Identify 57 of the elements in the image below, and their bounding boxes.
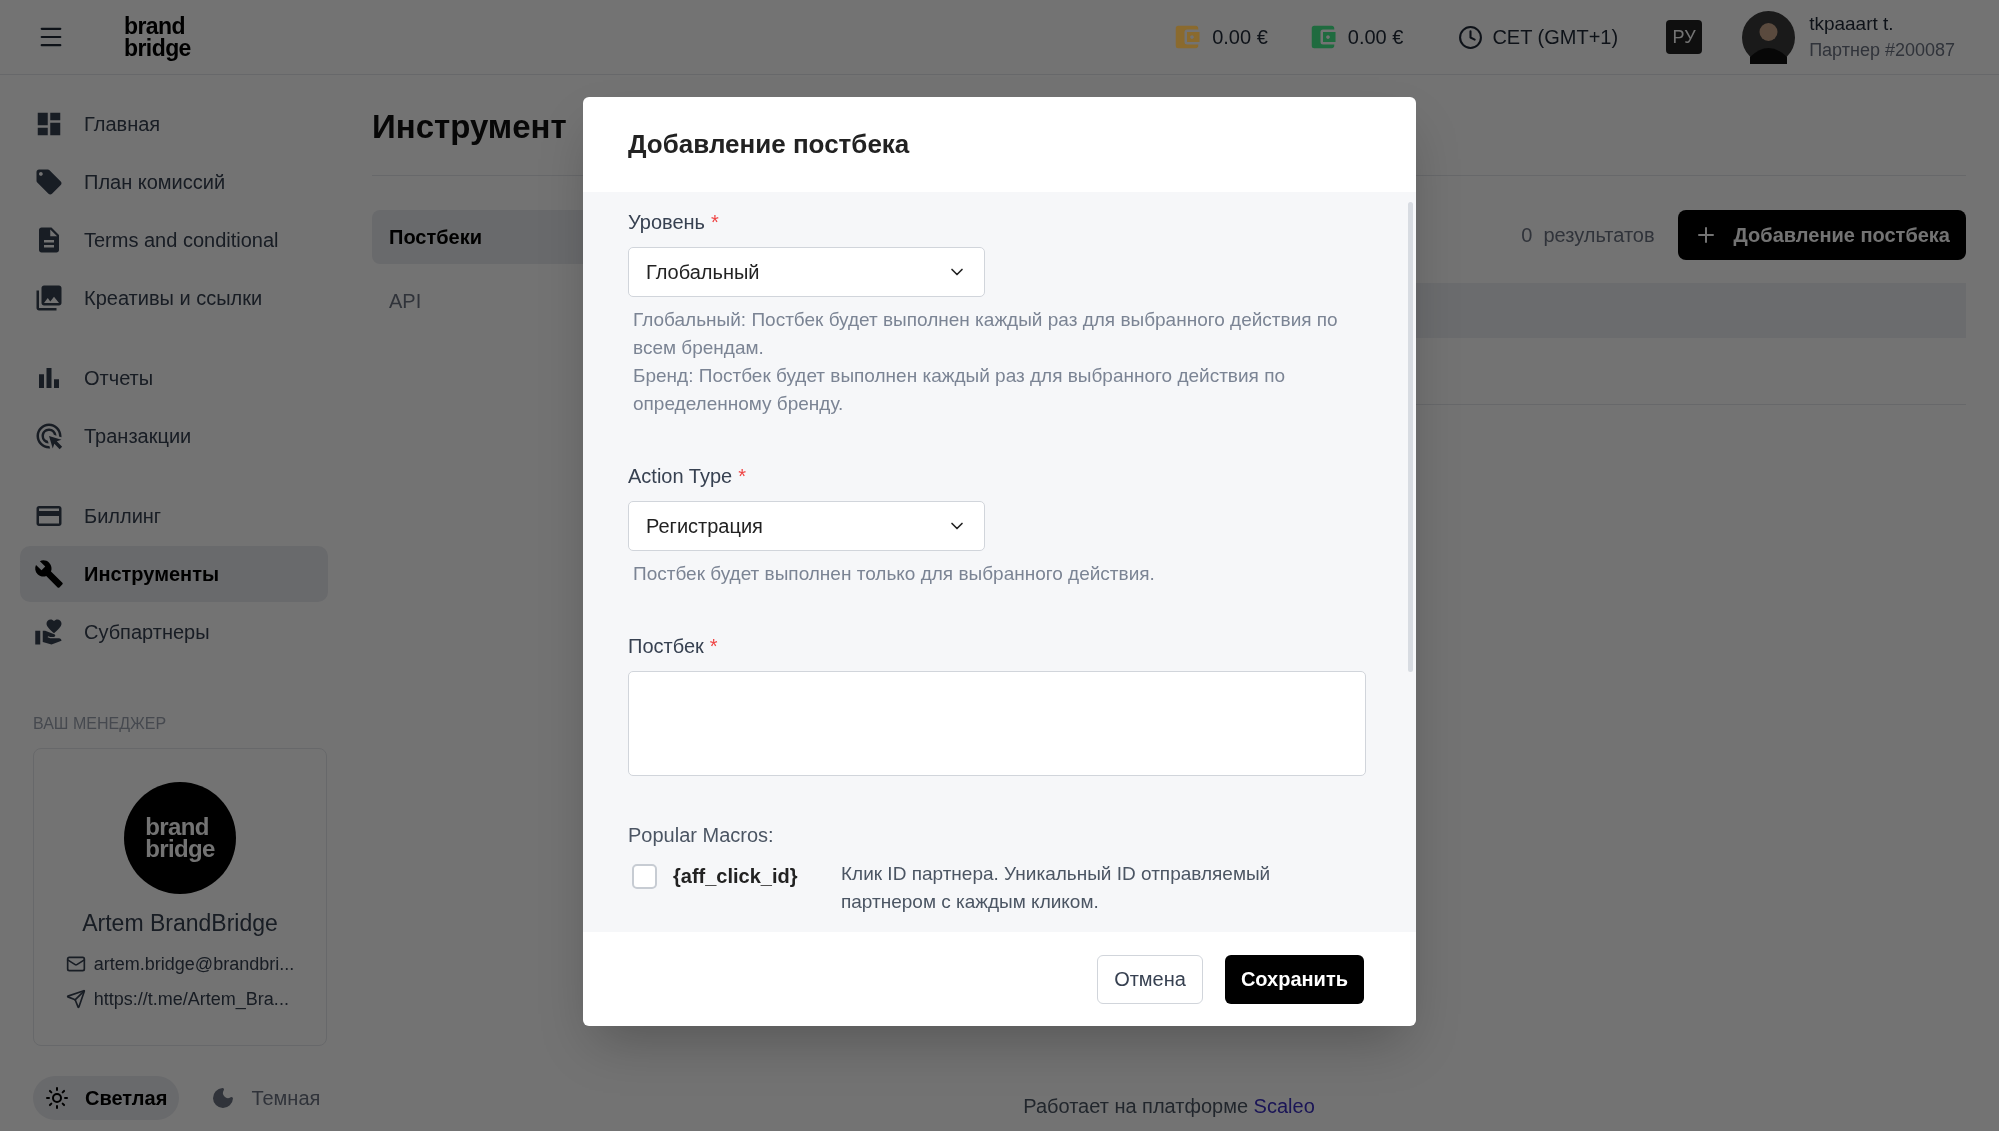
footer-link[interactable]: Scaleo — [1253, 1095, 1315, 1117]
help-text: Глобальный: Постбек будет выполнен каждый раз для выбранного действия по всем брендам. — [633, 308, 1339, 360]
help-text: Постбек будет выполнен только для выбранного действия. — [633, 562, 1156, 586]
logo: brand bridge — [145, 816, 215, 860]
nav-item[interactable]: Отчеты — [20, 350, 328, 406]
field-label: Постбек — [628, 635, 704, 657]
postback-textarea[interactable] — [628, 671, 1366, 776]
mail-icon — [65, 954, 86, 974]
send-icon — [65, 989, 86, 1009]
sun-icon — [45, 1086, 69, 1110]
hand-person-icon — [34, 617, 64, 647]
language-button[interactable]: РУ — [1666, 20, 1703, 54]
click-icon — [34, 421, 64, 451]
page-title: Инструмент — [372, 107, 567, 147]
logo: brand bridge — [124, 15, 191, 59]
nav-item[interactable]: Terms and conditional — [20, 212, 328, 268]
macro-description: Клик ID партнера. Уникальный ID отправляемый партнером с каждым кликом. — [841, 862, 1272, 914]
partner-id: Партнер #200087 — [1809, 39, 1955, 62]
required-asterisk: * — [711, 211, 719, 233]
balance-amount: 0.00 € — [1347, 25, 1404, 50]
field-label: Action Type — [628, 465, 733, 487]
macros-title: Popular Macros: — [628, 824, 774, 846]
nav-item[interactable]: План комиссий — [20, 154, 328, 210]
manager-email[interactable]: artem.bridge@brandbri... — [93, 950, 295, 978]
help-text: Бренд: Постбек будет выполнен каждый раз для выбранного действия по определенному бренду. — [633, 364, 1286, 416]
timezone[interactable]: CET (GMT+1) — [1492, 22, 1619, 52]
theme-option[interactable]: Светлая — [33, 1076, 180, 1120]
add-postback-button[interactable]: Добавление постбека — [1677, 210, 1966, 260]
nav-item[interactable]: Транзакции — [20, 408, 328, 464]
wrench-icon — [34, 559, 64, 589]
results-count: 0 результатов — [1521, 223, 1655, 248]
nav-item[interactable]: Главная — [20, 96, 328, 152]
modal-title: Добавление постбека — [628, 128, 910, 161]
user-avatar[interactable] — [1742, 10, 1796, 64]
select-field[interactable]: Глобальный — [628, 247, 985, 297]
images-icon — [34, 283, 64, 313]
save-button[interactable]: Сохранить — [1224, 954, 1364, 1004]
macro-checkbox[interactable] — [632, 864, 657, 889]
moon-icon — [211, 1086, 236, 1110]
tag-icon — [34, 167, 64, 197]
nav-item[interactable]: Креативы и ссылки — [20, 270, 328, 326]
cancel-button[interactable]: Отмена — [1097, 954, 1203, 1004]
required-asterisk: * — [709, 635, 718, 657]
theme-option[interactable]: Темная — [199, 1076, 333, 1120]
manager-name: Artem BrandBridge — [82, 909, 278, 938]
required-asterisk: * — [738, 465, 746, 487]
nav-item[interactable]: Инструменты — [20, 546, 328, 602]
balance-amount: 0.00 € — [1212, 25, 1268, 50]
footer-text: Работает на платформе — [1023, 1095, 1250, 1117]
nav-item[interactable]: Биллинг — [20, 488, 328, 544]
nav-item[interactable]: Субпартнеры — [20, 604, 328, 660]
clock-icon — [1458, 24, 1484, 50]
select-field[interactable]: Регистрация — [628, 501, 985, 551]
manager-telegram[interactable]: https://t.me/Artem_Bra... — [93, 985, 289, 1013]
macro-code: {aff_click_id} — [673, 864, 799, 889]
user-name: tkpaaart t. — [1809, 12, 1895, 36]
scrollbar[interactable] — [1408, 202, 1413, 672]
